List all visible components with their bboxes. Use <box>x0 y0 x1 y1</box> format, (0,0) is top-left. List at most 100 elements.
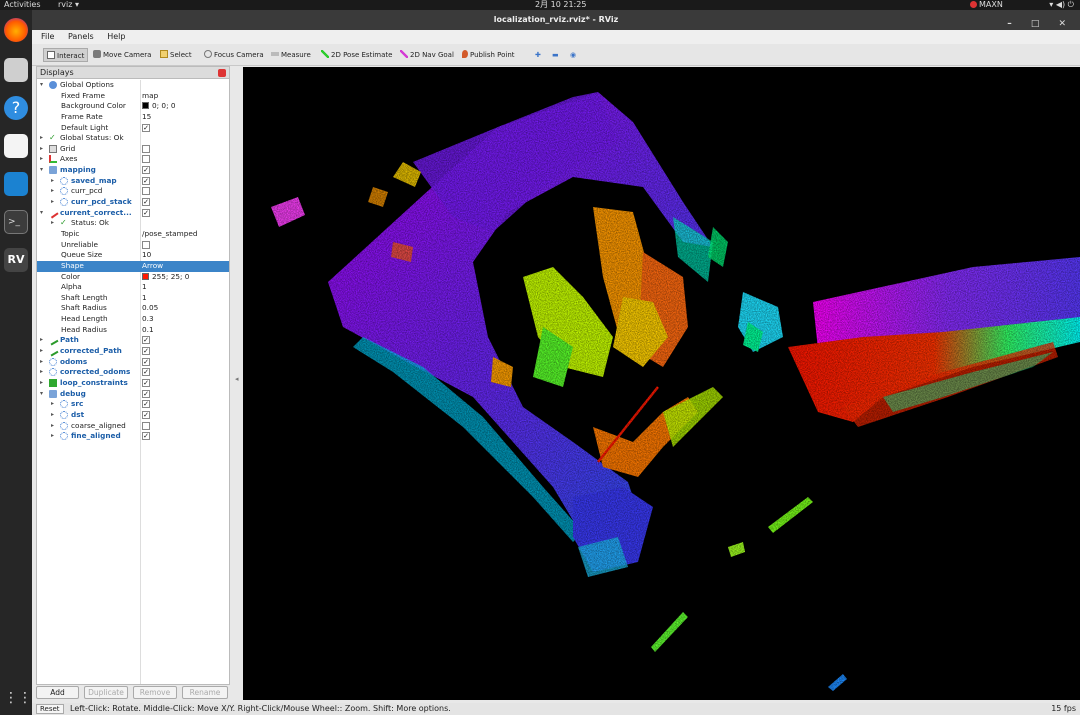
display-row[interactable]: Head Length 0.3 <box>37 314 229 325</box>
rename-display-button[interactable]: Rename <box>182 686 228 699</box>
display-row[interactable]: ▾ current_correct... ✓ <box>37 207 229 219</box>
firefox-icon[interactable] <box>4 18 28 42</box>
pose-estimate-tool-button[interactable]: 2D Pose Estimate <box>318 48 395 62</box>
display-row[interactable]: Shape Arrow <box>37 260 229 272</box>
enable-checkbox[interactable]: ✓ <box>142 347 150 356</box>
expanded-arrow-icon[interactable]: ▾ <box>40 165 46 176</box>
enable-checkbox[interactable] <box>142 155 150 164</box>
display-row[interactable]: ▸ saved_map ✓ <box>37 176 229 187</box>
property-value[interactable]: Arrow <box>142 261 163 272</box>
activities-button[interactable]: Activities <box>4 0 41 10</box>
enable-checkbox[interactable]: ✓ <box>142 389 150 398</box>
remove-tool-button[interactable]: ▬ <box>549 48 562 62</box>
display-row[interactable]: Background Color 0; 0; 0 <box>37 101 229 112</box>
display-row[interactable]: ▾ mapping ✓ <box>37 165 229 176</box>
display-row[interactable]: ▸ dst ✓ <box>37 410 229 421</box>
property-value[interactable]: map <box>142 91 158 102</box>
property-value[interactable]: 1 <box>142 282 147 293</box>
enable-checkbox[interactable]: ✓ <box>142 208 150 217</box>
display-row[interactable]: ▸ Path ✓ <box>37 334 229 346</box>
display-row[interactable]: Topic/pose_stamped <box>37 229 229 240</box>
collapsed-arrow-icon[interactable]: ▸ <box>40 154 46 165</box>
enable-checkbox[interactable]: ✓ <box>142 176 150 185</box>
expanded-arrow-icon[interactable]: ▾ <box>40 389 46 400</box>
menu-file[interactable]: File <box>41 32 54 41</box>
property-value[interactable]: 1 <box>142 293 147 304</box>
add-display-button[interactable]: Add <box>36 686 79 699</box>
reset-button[interactable]: Reset <box>36 704 64 714</box>
tool-properties-button[interactable]: ◉ <box>567 48 579 62</box>
show-apps-icon[interactable]: ⋮⋮ <box>4 686 32 710</box>
display-row[interactable]: ▾ debug ✓ <box>37 389 229 400</box>
rviz-icon[interactable]: RV <box>4 248 28 272</box>
property-value[interactable]: 0; 0; 0 <box>142 101 175 112</box>
collapsed-arrow-icon[interactable]: ▸ <box>40 378 46 389</box>
display-row[interactable]: ▸ src ✓ <box>37 399 229 410</box>
enable-checkbox[interactable]: ✓ <box>142 400 150 409</box>
duplicate-display-button[interactable]: Duplicate <box>84 686 128 699</box>
collapsed-arrow-icon[interactable]: ▸ <box>51 410 57 421</box>
display-row[interactable]: Shaft Radius 0.05 <box>37 303 229 314</box>
expanded-arrow-icon[interactable]: ▾ <box>40 80 46 91</box>
display-row[interactable]: ▸ corrected_Path ✓ <box>37 345 229 357</box>
property-value[interactable]: /pose_stamped <box>142 229 198 240</box>
publish-point-tool-button[interactable]: Publish Point <box>459 48 518 62</box>
menu-panels[interactable]: Panels <box>68 32 94 41</box>
menu-help[interactable]: Help <box>107 32 125 41</box>
collapsed-arrow-icon[interactable]: ▸ <box>51 186 57 197</box>
enable-checkbox[interactable] <box>142 187 150 196</box>
property-value[interactable]: 0.1 <box>142 325 154 336</box>
collapsed-arrow-icon[interactable]: ▸ <box>51 176 57 187</box>
app-menu[interactable]: rviz ▾ <box>58 0 79 10</box>
display-row[interactable]: ▸ Grid <box>37 144 229 155</box>
power-mode-indicator[interactable]: MAXN <box>970 0 1003 10</box>
display-row[interactable]: ▸ coarse_aligned <box>37 421 229 432</box>
collapsed-arrow-icon[interactable]: ▸ <box>40 357 46 368</box>
system-tray[interactable]: ▾ ◀) ⏻ <box>1049 0 1074 10</box>
display-row[interactable]: ▸ corrected_odoms ✓ <box>37 367 229 378</box>
help-icon[interactable]: ? <box>4 96 28 120</box>
enable-checkbox[interactable]: ✓ <box>142 378 150 387</box>
enable-checkbox[interactable]: ✓ <box>142 432 150 441</box>
display-row[interactable]: Color 255; 25; 0 <box>37 272 229 283</box>
expanded-arrow-icon[interactable]: ▾ <box>40 208 46 219</box>
display-row[interactable]: Fixed Frame map <box>37 91 229 102</box>
property-value[interactable]: 15 <box>142 112 151 123</box>
display-row[interactable]: Frame Rate 15 <box>37 112 229 123</box>
move-camera-tool-button[interactable]: Move Camera <box>90 48 154 62</box>
property-value[interactable]: 10 <box>142 250 151 261</box>
display-row[interactable]: Shaft Length 1 <box>37 293 229 304</box>
display-row[interactable]: ▸ ✓ Global Status: Ok <box>37 133 229 144</box>
display-row[interactable]: ▸ fine_aligned ✓ <box>37 431 229 442</box>
display-row[interactable]: ▸ ✓ Status: Ok <box>37 218 229 229</box>
collapsed-arrow-icon[interactable]: ▸ <box>40 144 46 155</box>
vscode-icon[interactable] <box>4 172 28 196</box>
display-row[interactable]: ▸ loop_constraints ✓ <box>37 378 229 389</box>
collapsed-arrow-icon[interactable]: ▸ <box>40 367 46 378</box>
display-row[interactable]: ▾ Global Options <box>37 80 229 91</box>
display-row[interactable]: Unreliable <box>37 240 229 251</box>
clock[interactable]: 2月 10 21:25 <box>535 0 586 10</box>
enable-checkbox[interactable] <box>142 240 150 249</box>
display-row[interactable]: ▸ Axes <box>37 154 229 165</box>
collapsed-arrow-icon[interactable]: ▸ <box>51 218 57 229</box>
collapsed-arrow-icon[interactable]: ▸ <box>40 133 46 144</box>
property-value[interactable]: 0.05 <box>142 303 158 314</box>
files-icon[interactable] <box>4 58 28 82</box>
display-row[interactable]: ▸ curr_pcd_stack ✓ <box>37 197 229 208</box>
enable-checkbox[interactable] <box>142 144 150 153</box>
remove-display-button[interactable]: Remove <box>133 686 177 699</box>
enable-checkbox[interactable]: ✓ <box>142 357 150 366</box>
focus-camera-tool-button[interactable]: Focus Camera <box>201 48 267 62</box>
select-tool-button[interactable]: Select <box>157 48 195 62</box>
enable-checkbox[interactable]: ✓ <box>142 198 150 207</box>
display-row[interactable]: Alpha 1 <box>37 282 229 293</box>
measure-tool-button[interactable]: Measure <box>268 48 314 62</box>
property-value[interactable]: 0.3 <box>142 314 154 325</box>
display-row[interactable]: Head Radius 0.1 <box>37 325 229 336</box>
collapsed-arrow-icon[interactable]: ▸ <box>40 335 46 346</box>
splitter-handle[interactable]: ◂ <box>235 375 239 383</box>
interact-tool-button[interactable]: Interact <box>43 48 89 62</box>
enable-checkbox[interactable] <box>142 421 150 430</box>
display-row[interactable]: Queue Size 10 <box>37 250 229 261</box>
